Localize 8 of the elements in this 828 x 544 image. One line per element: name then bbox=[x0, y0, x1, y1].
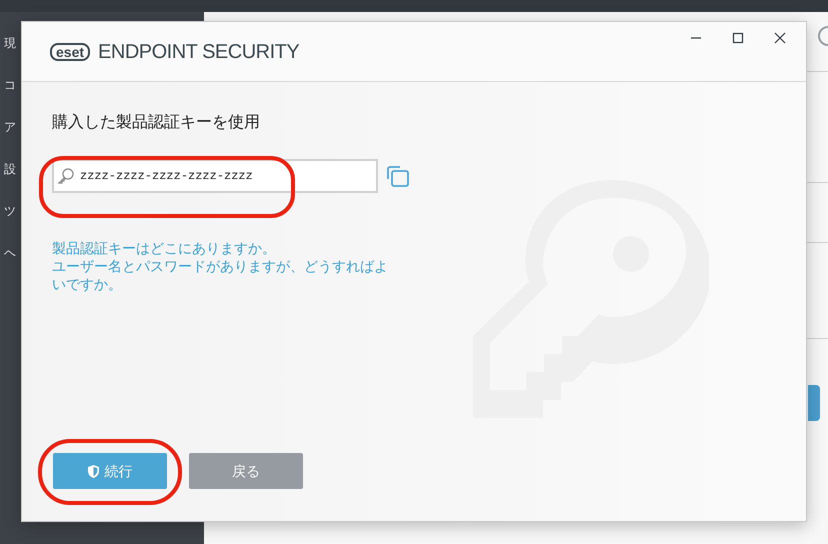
window-title: ENDPOINT SECURITY bbox=[98, 40, 300, 64]
maximize-icon[interactable] bbox=[732, 32, 744, 44]
shield-icon bbox=[88, 464, 98, 478]
license-key-field[interactable]: zzzz-zzzz-zzzz-zzzz-zzzz bbox=[52, 159, 378, 193]
key-icon bbox=[57, 167, 75, 185]
heading: 購入した製品認証キーを使用 bbox=[52, 112, 261, 133]
logo: eset bbox=[50, 42, 90, 60]
close-icon[interactable] bbox=[774, 32, 786, 44]
